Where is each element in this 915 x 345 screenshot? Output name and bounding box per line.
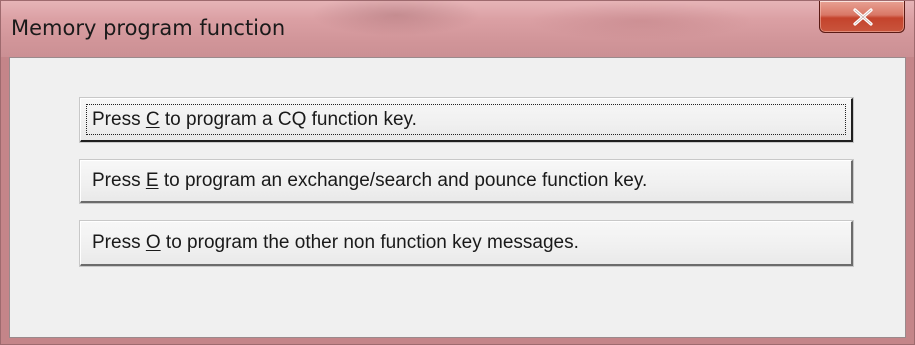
title-bar[interactable]: Memory program function — [1, 1, 914, 57]
hotkey-letter: O — [145, 232, 161, 253]
hotkey-letter: C — [145, 108, 160, 130]
program-cq-key-button[interactable]: Press C to program a CQ function key. — [80, 98, 853, 142]
button-label: Press E to program an exchange/search an… — [92, 170, 648, 191]
button-label: Press C to program a CQ function key. — [92, 108, 417, 130]
button-label: Press O to program the other non functio… — [92, 232, 579, 253]
hotkey-letter: E — [145, 170, 159, 191]
close-button[interactable] — [819, 1, 905, 33]
program-exchange-key-button[interactable]: Press E to program an exchange/search an… — [80, 160, 853, 203]
window-title: Memory program function — [11, 16, 286, 40]
dialog-body: Press C to program a CQ function key. Pr… — [9, 57, 906, 338]
dialog-window: Memory program function Press C to progr… — [0, 0, 915, 345]
close-icon — [853, 8, 873, 26]
program-other-messages-button[interactable]: Press O to program the other non functio… — [80, 221, 853, 266]
